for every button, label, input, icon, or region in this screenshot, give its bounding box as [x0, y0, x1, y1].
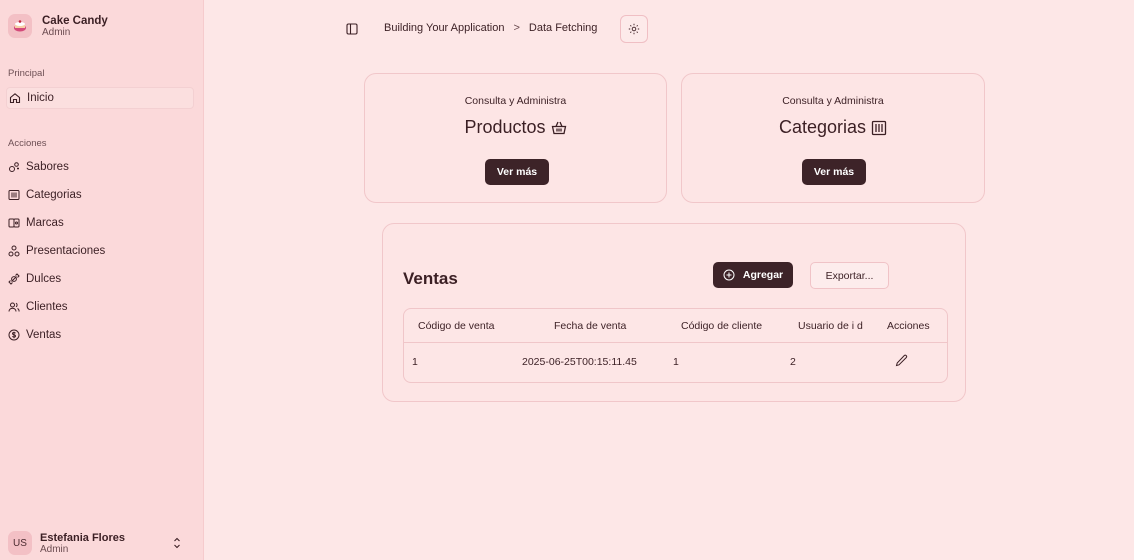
avatar: US [8, 531, 32, 555]
sidebar-item-label: Inicio [27, 92, 54, 104]
breadcrumb-item[interactable]: Building Your Application [384, 22, 504, 34]
sidebar-toggle-icon[interactable] [346, 23, 358, 35]
edit-pencil-icon[interactable] [895, 354, 908, 367]
plus-circle-icon [723, 269, 735, 281]
shopping-basket-icon [551, 121, 566, 134]
card-categorias: Consulta y Administra Categorias Ver más [681, 73, 985, 203]
library-icon [8, 190, 20, 200]
breadcrumb-separator: > [513, 22, 520, 34]
tags-icon [8, 218, 20, 228]
breadcrumb-current: Data Fetching [528, 22, 598, 34]
user-name: Estefania Flores [40, 531, 125, 544]
shapes-icon [8, 245, 20, 257]
brand-name: Cake Candy [42, 14, 108, 27]
sidebar-item-label: Presentaciones [26, 245, 106, 257]
exportar-button[interactable]: Exportar... [810, 262, 889, 289]
home-icon [9, 93, 21, 104]
agregar-button-label: Agregar [742, 269, 784, 281]
sidebar-item-marcas[interactable]: Marcas [6, 212, 194, 234]
dollar-circle-icon [8, 329, 20, 341]
card-title-text: Categorias [778, 117, 867, 137]
ventas-table: Código de venta Fecha de venta Código de… [403, 308, 948, 383]
column-header: Fecha de venta [554, 320, 627, 332]
sidebar-item-label: Sabores [26, 161, 69, 173]
column-header: Código de venta [418, 320, 495, 332]
sidebar-item-label: Categorias [26, 189, 82, 201]
column-header: Usuario de i d [798, 320, 863, 332]
sidebar-item-categorias[interactable]: Categorias [6, 184, 194, 206]
candy-icon [8, 273, 20, 285]
sidebar-item-label: Ventas [26, 329, 62, 341]
sidebar-item-label: Marcas [26, 217, 64, 229]
card-title-text: Productos [464, 117, 546, 137]
sidebar: Cake Candy Admin Principal Inicio Accion… [0, 0, 204, 560]
ver-mas-categorias-button[interactable]: Ver más [802, 159, 866, 185]
flavors-icon [9, 162, 19, 172]
ventas-title: Ventas [403, 269, 458, 288]
cell-usuario: 2 [790, 356, 796, 368]
group-label-acciones: Acciones [8, 138, 47, 149]
users-icon [8, 302, 20, 312]
library-icon [871, 120, 887, 135]
sidebar-item-inicio[interactable]: Inicio [6, 87, 194, 109]
theme-toggle-button[interactable] [620, 15, 648, 43]
topbar: Building Your Application > Data Fetchin… [204, 0, 1134, 60]
card-title: Categorias [682, 117, 984, 138]
ver-mas-productos-button[interactable]: Ver más [485, 159, 549, 185]
agregar-button[interactable]: Agregar [713, 262, 793, 288]
sidebar-item-sabores[interactable]: Sabores [6, 156, 194, 178]
sidebar-item-presentaciones[interactable]: Presentaciones [6, 240, 194, 262]
user-menu[interactable]: US Estefania Flores Admin [8, 530, 196, 556]
group-label-principal: Principal [8, 68, 45, 79]
header-divider [404, 342, 947, 343]
cell-cliente: 1 [673, 356, 679, 368]
cell-codigo: 1 [412, 356, 418, 368]
card-subtitle: Consulta y Administra [464, 95, 567, 107]
user-role: Admin [40, 543, 69, 555]
brand-role: Admin [42, 26, 71, 38]
card-title: Productos [365, 117, 666, 138]
card-productos: Consulta y Administra Productos Ver más [364, 73, 667, 203]
cell-fecha: 2025-06-25T00:15:11.45 [522, 356, 637, 368]
sidebar-item-label: Clientes [26, 301, 68, 313]
sidebar-item-ventas[interactable]: Ventas [6, 324, 194, 346]
card-subtitle: Consulta y Administra [782, 95, 884, 107]
column-header: Acciones [887, 320, 930, 332]
sidebar-item-label: Dulces [26, 273, 62, 285]
cake-logo-icon [8, 14, 32, 38]
sidebar-item-dulces[interactable]: Dulces [6, 268, 194, 290]
chevrons-up-down-icon [174, 537, 180, 549]
ventas-panel: Ventas Agregar Exportar... Código de ven… [382, 223, 966, 402]
breadcrumb: Building Your Application > Data Fetchin… [384, 22, 597, 34]
column-header: Código de cliente [681, 320, 763, 332]
sun-icon [628, 23, 640, 35]
brand-switcher[interactable]: Cake Candy Admin [8, 14, 108, 38]
sidebar-item-clientes[interactable]: Clientes [6, 296, 194, 318]
